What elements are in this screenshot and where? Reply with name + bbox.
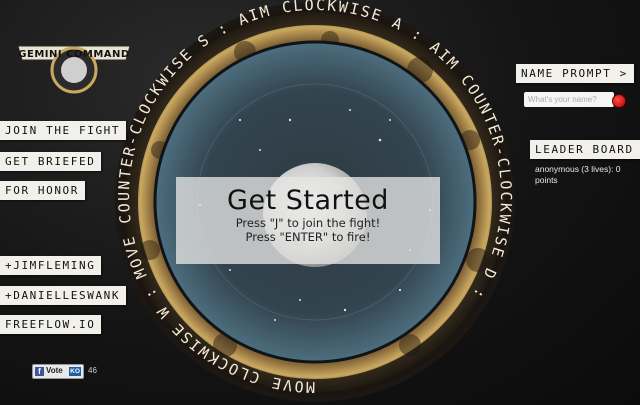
menu-join-the-fight[interactable]: JOIN THE FIGHT [0, 121, 127, 140]
credit-jimfleming[interactable]: +JIMFLEMING [0, 256, 102, 275]
vote-button[interactable]: f Vote KO [32, 364, 84, 379]
name-input[interactable] [524, 92, 614, 107]
vote-label: Vote [46, 366, 63, 375]
name-prompt-label: NAME PROMPT > [516, 64, 634, 83]
logo-moon-icon [61, 57, 87, 83]
ko-badge: KO [69, 367, 81, 376]
menu-get-briefed[interactable]: GET BRIEFED [0, 152, 102, 171]
credit-danielleswank[interactable]: +DANIELLESWANK [0, 286, 127, 305]
banner-fire-hint: Press "ENTER" to fire! [245, 230, 371, 244]
vote-count: 46 [88, 366, 97, 375]
credit-freeflow[interactable]: FREEFLOW.IO [0, 315, 102, 334]
leaderboard-title: LEADER BOARD [530, 140, 640, 159]
logo-text: GEMINI COMMAND [18, 49, 129, 60]
menu-for-honor[interactable]: FOR HONOR [0, 181, 86, 200]
banner-title: Get Started [227, 185, 389, 216]
get-started-banner: Get Started Press "J" to join the fight!… [176, 177, 440, 264]
banner-join-hint: Press "J" to join the fight! [235, 216, 381, 230]
logo: GEMINI COMMAND [17, 45, 131, 94]
record-icon[interactable] [612, 94, 626, 108]
leaderboard-entry: anonymous (3 lives): 0 points [535, 164, 621, 185]
facebook-icon: f [35, 367, 44, 376]
